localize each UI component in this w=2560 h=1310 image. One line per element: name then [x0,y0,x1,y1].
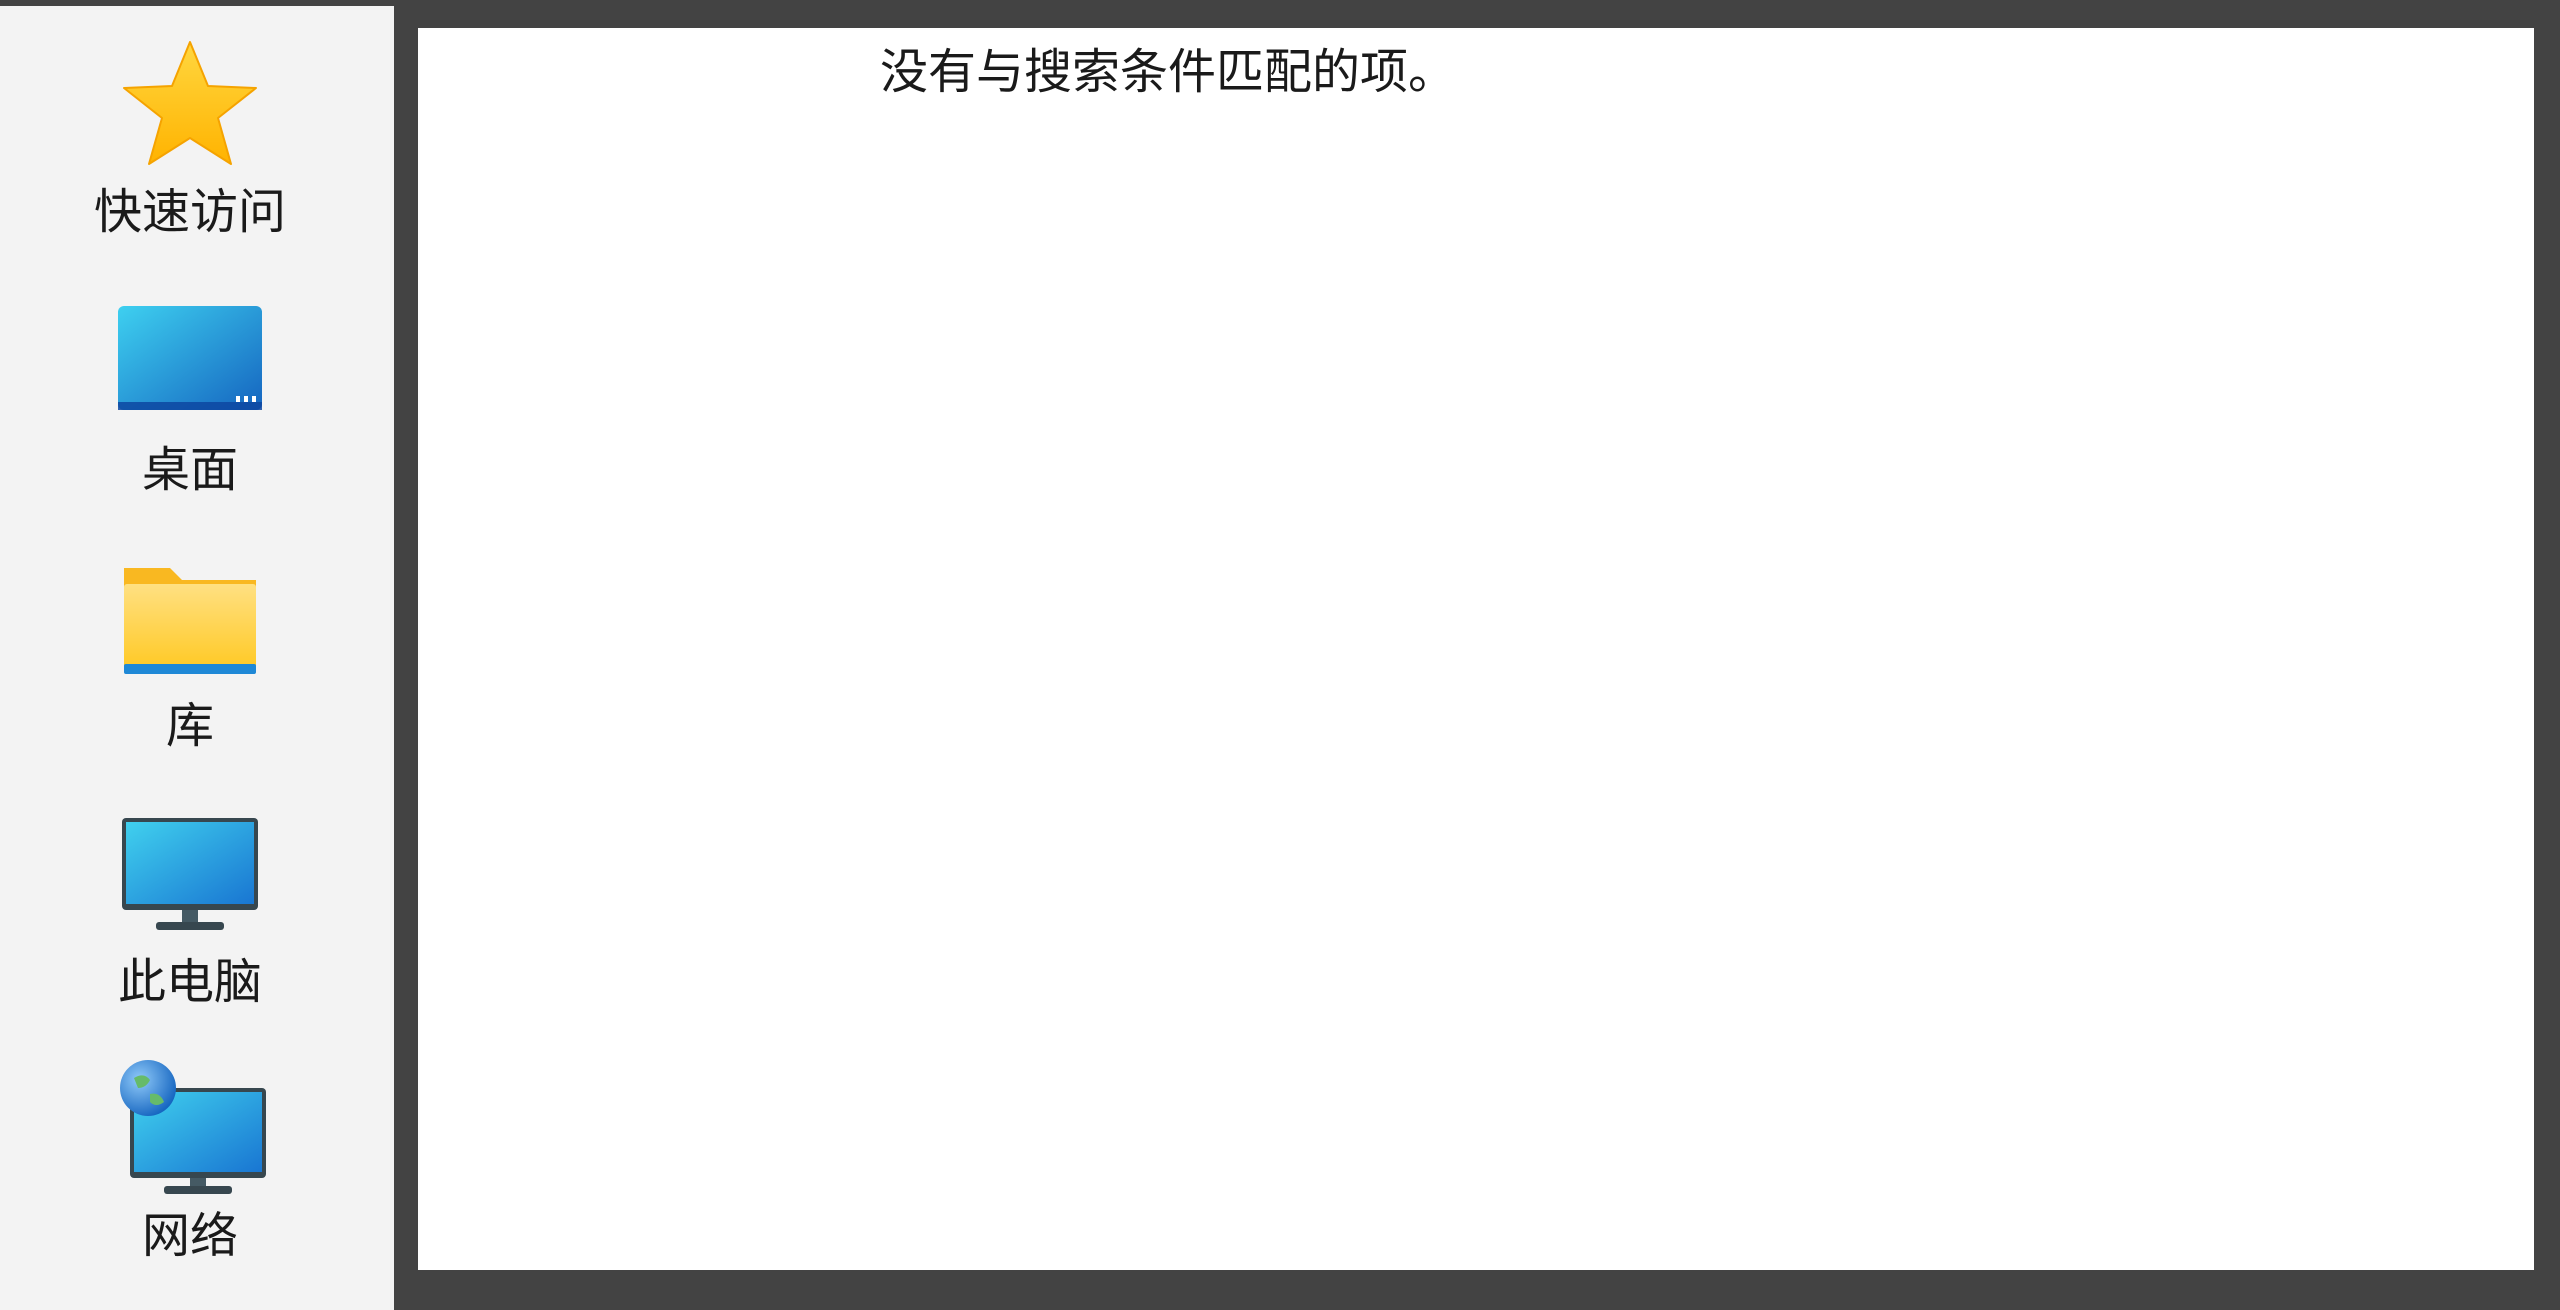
folder-icon [110,548,270,698]
place-this-pc[interactable]: 此电脑 [0,796,380,1046]
place-label: 库 [165,698,214,754]
star-icon [110,34,270,184]
place-desktop[interactable]: 桌面 [0,284,380,534]
computer-icon [110,804,270,954]
place-network[interactable]: 网络 [0,1050,380,1300]
place-label: 快速访问 [93,184,286,240]
empty-search-message: 没有与搜索条件匹配的项。 [879,44,1456,100]
desktop-icon [110,292,270,442]
place-libraries[interactable]: 库 [0,540,380,790]
network-icon [110,1058,270,1208]
place-quick-access[interactable]: 快速访问 [0,26,380,276]
place-label: 此电脑 [117,954,262,1010]
place-label: 网络 [141,1208,238,1264]
places-bar: 快速访问 桌面 库 此电脑 网络 [0,6,394,1310]
file-list[interactable]: 没有与搜索条件匹配的项。 [418,28,2534,1270]
place-label: 桌面 [141,442,238,498]
